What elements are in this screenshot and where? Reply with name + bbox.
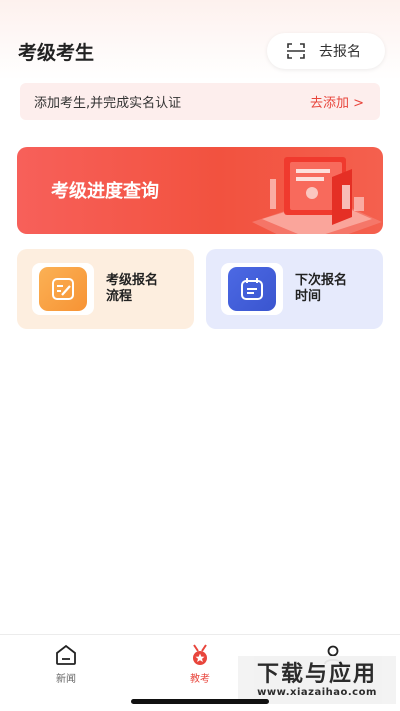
next-registration-card[interactable]: 下次报名时间 xyxy=(206,249,383,329)
registration-process-card[interactable]: 考级报名流程 xyxy=(17,249,194,329)
progress-query-banner[interactable]: 考级进度查询 xyxy=(17,147,383,234)
registration-process-title: 考级报名流程 xyxy=(106,273,159,304)
tab-news[interactable]: 新闻 xyxy=(36,643,96,685)
tab-exam[interactable]: 教考 xyxy=(170,643,230,685)
add-candidate-notice[interactable]: 添加考生,并完成实名认证 去添加 > xyxy=(20,83,380,120)
register-button-label: 去报名 xyxy=(319,44,361,60)
progress-query-label: 考级进度查询 xyxy=(51,181,159,202)
watermark-main: 下载与应用 xyxy=(256,661,377,687)
edit-form-icon xyxy=(39,267,87,311)
register-button[interactable]: 去报名 xyxy=(267,33,385,69)
page-title: 考级考生 xyxy=(18,42,95,64)
add-candidate-link[interactable]: 去添加 > xyxy=(310,92,364,111)
home-indicator[interactable] xyxy=(131,699,269,704)
home-icon xyxy=(56,644,76,665)
watermark-sub: www.xiazaihao.com xyxy=(257,686,377,698)
notice-text: 添加考生,并完成实名认证 xyxy=(34,96,182,111)
tab-exam-label: 教考 xyxy=(190,674,210,685)
next-registration-title: 下次报名时间 xyxy=(295,273,348,304)
certificate-illustration xyxy=(252,157,382,234)
site-watermark: 下载与应用 www.xiazaihao.com xyxy=(238,656,396,704)
medal-icon xyxy=(193,644,207,665)
calendar-icon xyxy=(228,267,276,311)
tab-news-label: 新闻 xyxy=(56,674,76,685)
scan-icon xyxy=(287,43,305,59)
